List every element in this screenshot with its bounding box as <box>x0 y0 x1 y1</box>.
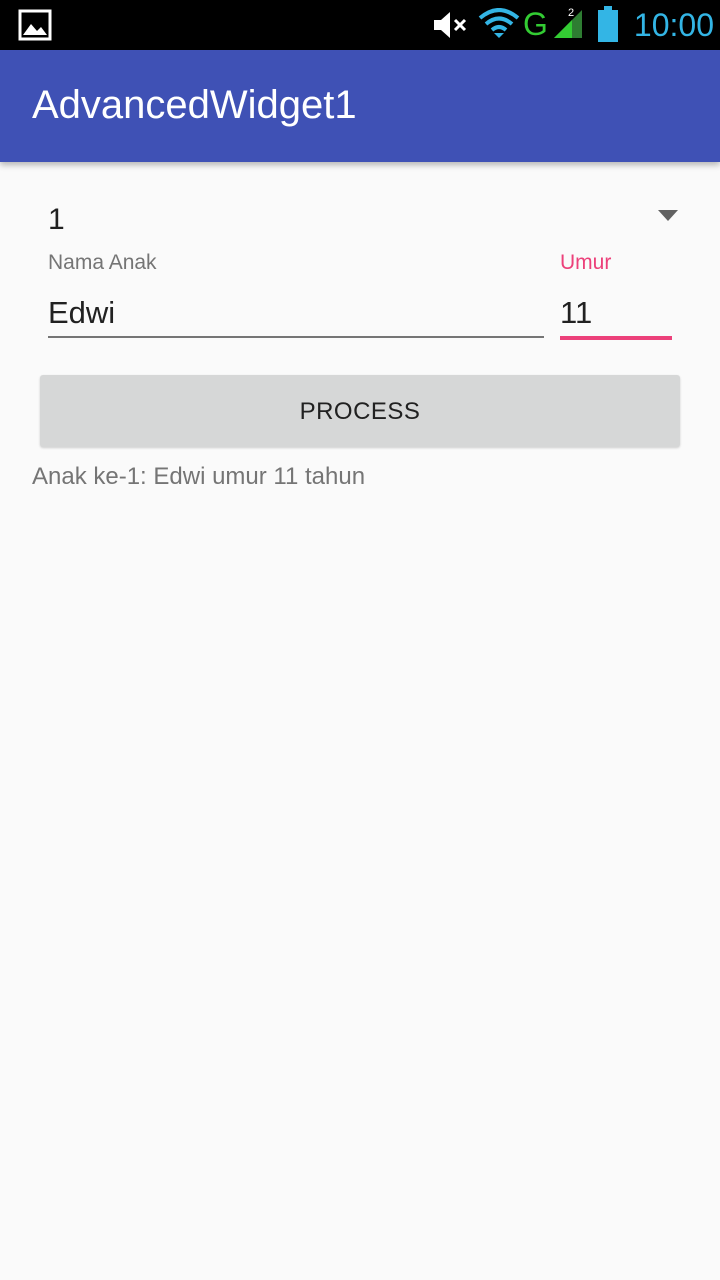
mute-icon <box>434 12 467 38</box>
sim-slot-label: 2 <box>568 7 574 19</box>
age-field-label: Umur <box>560 251 612 274</box>
battery-icon <box>598 6 618 42</box>
wifi-icon <box>478 8 520 38</box>
process-button[interactable]: PROCESS <box>40 375 680 447</box>
name-field-label: Nama Anak <box>48 251 157 274</box>
age-input[interactable]: 11 <box>560 292 672 334</box>
name-input-underline <box>48 336 544 338</box>
dropdown-arrow-icon <box>658 210 678 221</box>
status-bar: G 2 10:00 <box>0 0 720 50</box>
name-input[interactable]: Edwi <box>48 292 544 334</box>
result-text: Anak ke-1: Edwi umur 11 tahun <box>32 463 366 490</box>
network-type-label: G <box>523 6 548 42</box>
app-bar: AdvancedWidget1 <box>0 50 720 162</box>
status-time: 10:00 <box>633 7 714 43</box>
signal-icon: 2 <box>554 7 582 38</box>
gallery-icon <box>18 9 52 41</box>
spinner-selected-value: 1 <box>48 203 65 236</box>
age-input-underline <box>560 336 672 340</box>
child-number-spinner[interactable]: 1 <box>40 192 684 248</box>
app-title: AdvancedWidget1 <box>32 83 357 127</box>
